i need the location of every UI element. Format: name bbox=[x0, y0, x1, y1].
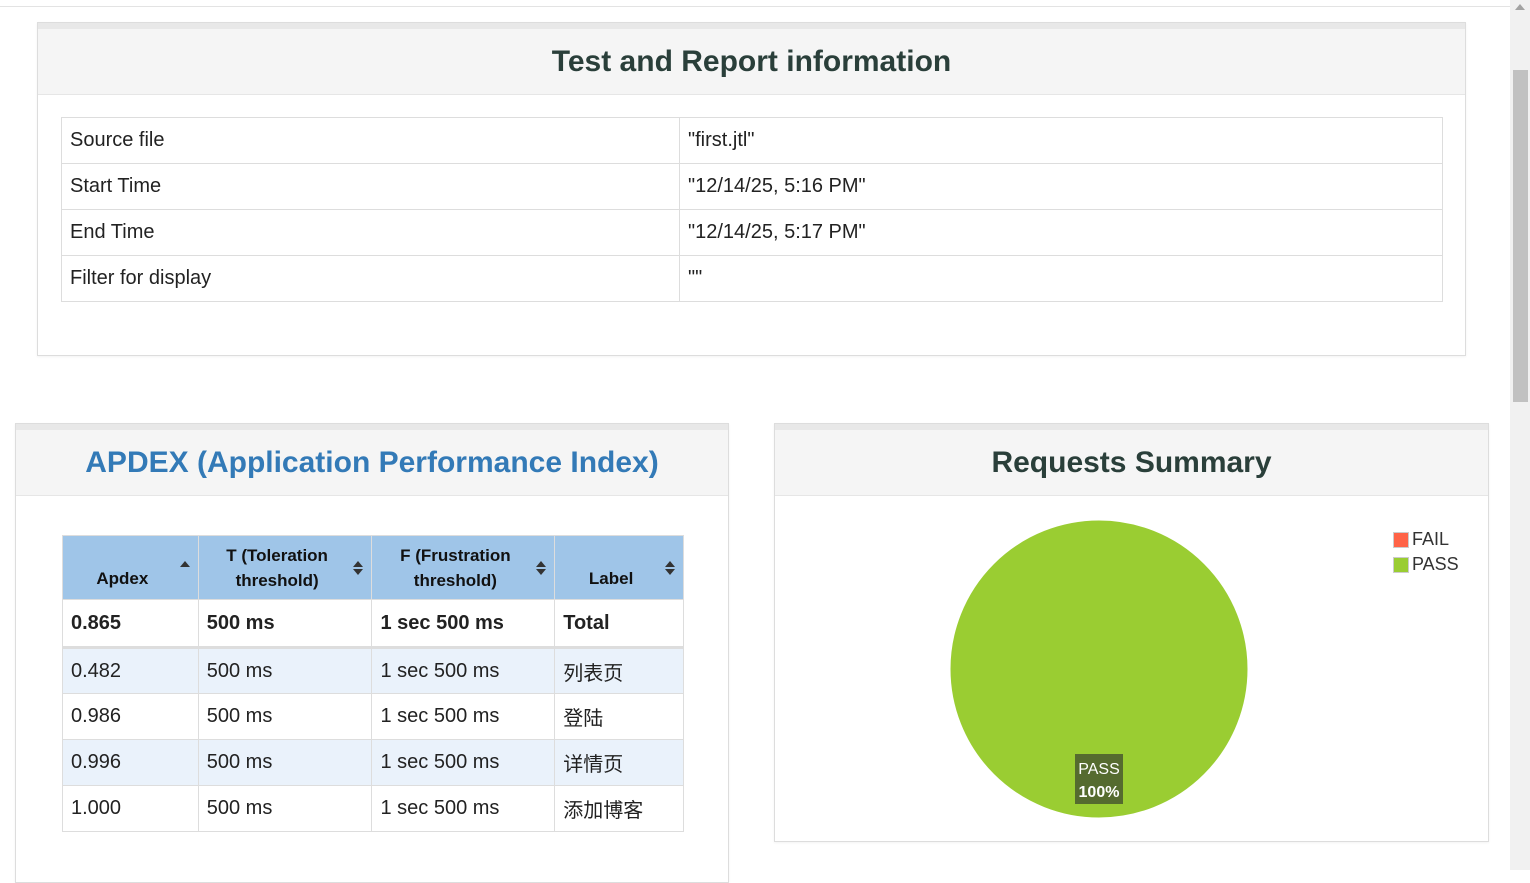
pie-label-name: PASS bbox=[1078, 761, 1120, 778]
sort-asc-icon bbox=[179, 560, 190, 575]
table-row: 0.482 500 ms 1 sec 500 ms 列表页 bbox=[62, 647, 684, 694]
toleration-value: 500 ms bbox=[197, 739, 373, 786]
info-key: End Time bbox=[61, 209, 680, 256]
apdex-value: 0.996 bbox=[62, 739, 199, 786]
legend-swatch bbox=[1393, 556, 1409, 573]
apdex-value: 0.482 bbox=[62, 647, 199, 694]
vertical-scrollbar[interactable] bbox=[1510, 0, 1530, 870]
frustration-value: 1 sec 500 ms bbox=[371, 647, 556, 694]
info-row-end-time: End Time "12/14/25, 5:17 PM" bbox=[61, 209, 1443, 256]
label-value: 列表页 bbox=[554, 647, 684, 694]
scrollbar-thumb[interactable] bbox=[1513, 70, 1528, 402]
pie-legend: FAIL PASS bbox=[1393, 527, 1459, 577]
sort-both-icon bbox=[665, 560, 675, 575]
legend-item-fail[interactable]: FAIL bbox=[1393, 527, 1459, 552]
info-row-filter: Filter for display "" bbox=[61, 255, 1443, 302]
info-value: "first.jtl" bbox=[679, 117, 1443, 164]
table-row: 0.986 500 ms 1 sec 500 ms 登陆 bbox=[62, 693, 684, 740]
frustration-value: 1 sec 500 ms bbox=[371, 785, 556, 832]
toleration-value: 500 ms bbox=[197, 785, 373, 832]
frustration-header-line2: threshold) bbox=[413, 570, 497, 590]
toleration-value: 500 ms bbox=[197, 647, 373, 694]
info-key: Filter for display bbox=[61, 255, 680, 302]
toleration-header-line2: threshold) bbox=[235, 570, 319, 590]
label-value: 添加博客 bbox=[554, 785, 684, 832]
apdex-value: 0.986 bbox=[62, 693, 199, 740]
requests-summary-title: Requests Summary bbox=[775, 424, 1488, 496]
requests-summary-pie-chart: PASS 100% bbox=[949, 519, 1249, 819]
frustration-header-line1: F (Frustration bbox=[400, 545, 511, 565]
info-value: "12/14/25, 5:17 PM" bbox=[679, 209, 1443, 256]
apdex-value: 0.865 bbox=[62, 599, 199, 649]
toleration-value: 500 ms bbox=[197, 693, 373, 740]
frustration-value: 1 sec 500 ms bbox=[371, 599, 556, 649]
toleration-column-header[interactable]: T (Toleration threshold) bbox=[197, 535, 373, 600]
test-report-info-panel: Test and Report information Source file … bbox=[37, 22, 1466, 356]
apdex-total-row: 0.865 500 ms 1 sec 500 ms Total bbox=[62, 599, 684, 649]
test-report-info-title: Test and Report information bbox=[38, 23, 1465, 95]
requests-summary-panel: Requests Summary PASS 100% FAIL PASS bbox=[774, 423, 1489, 842]
info-value: "" bbox=[679, 255, 1443, 302]
frustration-column-header[interactable]: F (Frustration threshold) bbox=[371, 535, 556, 600]
legend-swatch bbox=[1393, 531, 1409, 548]
legend-label: PASS bbox=[1412, 554, 1459, 574]
info-row-start-time: Start Time "12/14/25, 5:16 PM" bbox=[61, 163, 1443, 210]
pie-label-percent: 100% bbox=[1079, 784, 1120, 801]
table-row: 1.000 500 ms 1 sec 500 ms 添加博客 bbox=[62, 785, 684, 832]
table-row: 0.996 500 ms 1 sec 500 ms 详情页 bbox=[62, 739, 684, 786]
sort-both-icon bbox=[536, 560, 547, 575]
toleration-header-line1: T (Toleration bbox=[226, 545, 328, 565]
label-column-header[interactable]: Label bbox=[554, 535, 684, 600]
apdex-header-label: Apdex bbox=[96, 569, 149, 588]
toleration-value: 500 ms bbox=[197, 599, 373, 649]
apdex-header-row: Apdex T (Toleration threshold) F (Frustr… bbox=[62, 535, 684, 600]
info-table: Source file "first.jtl" Start Time "12/1… bbox=[61, 117, 1443, 302]
top-divider bbox=[0, 6, 1510, 7]
apdex-table: Apdex T (Toleration threshold) F (Frustr… bbox=[62, 535, 684, 832]
label-value: 登陆 bbox=[554, 693, 684, 740]
frustration-value: 1 sec 500 ms bbox=[371, 693, 556, 740]
apdex-panel: APDEX (Application Performance Index) Ap… bbox=[15, 423, 729, 883]
info-value: "12/14/25, 5:16 PM" bbox=[679, 163, 1443, 210]
info-key: Source file bbox=[61, 117, 680, 164]
legend-label: FAIL bbox=[1412, 529, 1450, 549]
info-row-source-file: Source file "first.jtl" bbox=[61, 117, 1443, 164]
pie-slice-label: PASS 100% bbox=[1075, 754, 1123, 804]
apdex-value: 1.000 bbox=[62, 785, 199, 832]
label-header-label: Label bbox=[588, 569, 634, 588]
label-value: Total bbox=[554, 599, 684, 649]
legend-item-pass[interactable]: PASS bbox=[1393, 552, 1459, 577]
label-value: 详情页 bbox=[554, 739, 684, 786]
apdex-column-header[interactable]: Apdex bbox=[62, 535, 199, 600]
sort-both-icon bbox=[353, 560, 364, 575]
frustration-value: 1 sec 500 ms bbox=[371, 739, 556, 786]
apdex-title: APDEX (Application Performance Index) bbox=[16, 424, 728, 496]
info-key: Start Time bbox=[61, 163, 680, 210]
scroll-up-arrow-icon[interactable] bbox=[1515, 4, 1525, 10]
